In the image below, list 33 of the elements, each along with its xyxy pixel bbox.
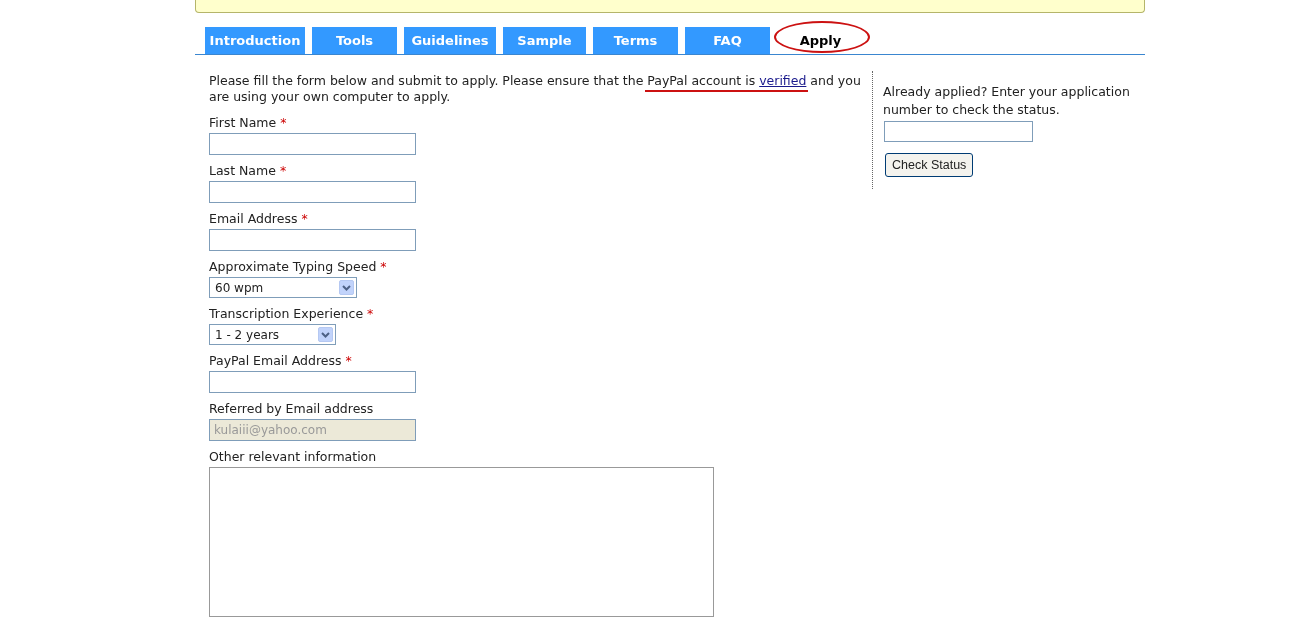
chevron-down-icon — [318, 327, 333, 342]
field-label: First Name — [209, 115, 277, 131]
chevron-down-icon — [339, 280, 354, 295]
field-label: PayPal Email Address — [209, 353, 342, 369]
intro-text: Please fill the form below and submit to apply. Please ensure that the PayPal account is verified and you are using your own computer to apply. — [209, 73, 862, 105]
tab[interactable]: Sample — [503, 27, 586, 54]
field-label: Email Address — [209, 211, 298, 227]
required-asterisk: * — [280, 115, 287, 131]
tab[interactable]: Guidelines — [404, 27, 496, 54]
field-label: Referred by Email address — [209, 401, 374, 417]
input-field[interactable] — [209, 181, 416, 203]
tab[interactable]: Tools — [312, 27, 397, 54]
input-field[interactable] — [209, 133, 416, 155]
check-status-button[interactable]: Check Status — [885, 153, 974, 177]
verified-link[interactable]: verified — [759, 73, 807, 88]
required-asterisk: * — [345, 353, 352, 369]
tab[interactable]: Terms — [593, 27, 678, 54]
required-asterisk: * — [367, 306, 374, 322]
field-label: Other relevant information — [209, 449, 377, 465]
input-field[interactable] — [209, 229, 416, 251]
dropdown[interactable]: 1 - 2 years — [209, 324, 336, 345]
tab[interactable]: FAQ — [685, 27, 770, 54]
input-field[interactable] — [209, 371, 416, 393]
status-prompt: Already applied? Enter your application number to check the status. — [883, 83, 1131, 119]
field-label: Transcription Experience — [209, 306, 364, 322]
field-label: Approximate Typing Speed — [209, 259, 377, 275]
dropdown[interactable]: 60 wpm — [209, 277, 357, 298]
required-asterisk: * — [279, 163, 287, 179]
input-field[interactable] — [884, 121, 1033, 142]
required-asterisk: * — [301, 211, 308, 227]
tab[interactable]: Introduction — [205, 27, 305, 54]
field-label: Last Name — [209, 163, 276, 179]
required-asterisk: * — [380, 259, 387, 275]
